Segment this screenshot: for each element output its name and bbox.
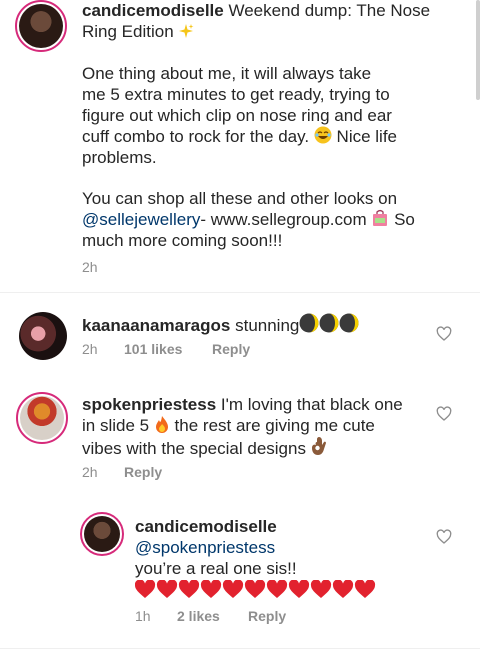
caption-paragraph-3: You can shop all these and other looks o… bbox=[82, 188, 415, 251]
caption-username[interactable]: candicemodiselle bbox=[82, 1, 224, 20]
comment-1-body: stunning bbox=[230, 316, 300, 335]
shopping-bag-emoji bbox=[373, 209, 388, 226]
ok-hand-emoji bbox=[311, 437, 326, 455]
reply-body: you’re a real one sis!! bbox=[135, 559, 297, 578]
moon-emojis bbox=[299, 313, 359, 335]
scrollbar[interactable] bbox=[476, 0, 480, 100]
caption-para3-l1: You can shop all these and other looks o… bbox=[82, 189, 398, 208]
comment-2-l3-row: vibes with the special designs bbox=[82, 436, 403, 459]
caption-para2-l4b: Nice life bbox=[331, 127, 398, 146]
comment-avatar-spokenpriestess[interactable] bbox=[16, 392, 68, 444]
red-hearts-row bbox=[134, 579, 377, 602]
heart-outline-icon[interactable] bbox=[436, 529, 452, 545]
comment-1-time: 2h bbox=[82, 341, 98, 357]
avatar-image bbox=[19, 4, 63, 48]
fire-emoji bbox=[155, 416, 168, 433]
heart-outline-icon[interactable] bbox=[436, 406, 452, 422]
mention-link[interactable]: @sellejewellery bbox=[82, 210, 200, 229]
comment-2-username[interactable]: spokenpriestess bbox=[82, 395, 216, 414]
comment-2-reply-button[interactable]: Reply bbox=[124, 464, 162, 480]
reply-likes-label: 2 likes bbox=[177, 608, 220, 624]
comment-avatar-kaanaanamaragos[interactable] bbox=[19, 312, 67, 360]
caption-para3-l2: - www.sellegroup.com bbox=[200, 210, 372, 229]
avatar-image bbox=[84, 516, 120, 552]
reply-time: 1h bbox=[135, 608, 151, 624]
caption-paragraph-2: One thing about me, it will always take … bbox=[82, 63, 397, 168]
comment-2-l2b: the rest are giving me cute bbox=[169, 416, 375, 435]
reply-text: candicemodiselle @spokenpriestess you’re… bbox=[134, 516, 377, 602]
caption-text-1: Weekend dump: The Nose bbox=[223, 1, 431, 20]
comment-2-l3: vibes with the special designs bbox=[82, 439, 311, 458]
caption-text-2: Ring Edition bbox=[82, 22, 174, 41]
comment-1-reply-label: Reply bbox=[212, 341, 251, 357]
caption-para2-l5: problems. bbox=[82, 148, 157, 167]
reply-avatar-candicemodiselle[interactable] bbox=[80, 512, 124, 556]
comment-2-l2a: in slide 5 bbox=[82, 416, 154, 435]
caption-avatar[interactable] bbox=[15, 0, 67, 52]
divider bbox=[0, 648, 480, 649]
comment-2-reply-label: Reply bbox=[124, 464, 163, 480]
caption-line-2: Ring Edition bbox=[82, 21, 194, 42]
moon-emoji bbox=[299, 313, 319, 333]
comment-1-likes-label: 101 likes bbox=[124, 341, 183, 357]
caption-para2-l2: me 5 extra minutes to get ready, trying … bbox=[82, 85, 390, 104]
divider bbox=[0, 292, 480, 293]
moon-emoji bbox=[339, 313, 359, 333]
comment-1-reply-button[interactable]: Reply bbox=[212, 341, 250, 357]
comment-2-l2-row: in slide 5 the rest are giving me cute bbox=[82, 415, 403, 436]
caption-para3-l3: much more coming soon!!! bbox=[82, 231, 283, 250]
reply-reply-button[interactable]: Reply bbox=[248, 608, 286, 624]
laughing-emoji bbox=[314, 126, 332, 144]
caption-time: 2h bbox=[82, 259, 98, 275]
caption-para3-l2-row: @sellejewellery- www.sellegroup.com So bbox=[82, 209, 415, 230]
reply-mention-link[interactable]: @spokenpriestess bbox=[135, 537, 377, 558]
moon-emoji bbox=[319, 313, 339, 333]
reply-username[interactable]: candicemodiselle bbox=[135, 516, 377, 537]
reply-likes[interactable]: 2 likes bbox=[177, 608, 220, 624]
caption-para2-l3: figure out which clip on nose ring and e… bbox=[82, 106, 392, 125]
caption-para2-l4: cuff combo to rock for the day. bbox=[82, 127, 314, 146]
comment-2-time: 2h bbox=[82, 464, 98, 480]
comment-2-text: spokenpriestess I'm loving that black on… bbox=[82, 394, 403, 459]
comment-1-username[interactable]: kaanaanamaragos bbox=[82, 316, 230, 335]
comment-1-likes[interactable]: 101 likes bbox=[124, 341, 182, 357]
comment-2-l1-row: spokenpriestess I'm loving that black on… bbox=[82, 394, 403, 415]
comment-2-l1: I'm loving that black one bbox=[216, 395, 403, 414]
heart-outline-icon[interactable] bbox=[436, 326, 452, 342]
reply-reply-label: Reply bbox=[248, 608, 287, 624]
caption-para3-l2-end: So bbox=[389, 210, 415, 229]
sparkles-emoji bbox=[179, 24, 194, 38]
comment-1-text: kaanaanamaragos stunning bbox=[82, 313, 359, 336]
caption-line-1: candicemodiselle Weekend dump: The Nose bbox=[82, 0, 430, 21]
caption-para2-l1: One thing about me, it will always take bbox=[82, 64, 372, 83]
red-heart-emoji bbox=[134, 579, 376, 598]
avatar-image bbox=[20, 396, 64, 440]
caption-para2-l4-row: cuff combo to rock for the day. Nice lif… bbox=[82, 126, 397, 147]
